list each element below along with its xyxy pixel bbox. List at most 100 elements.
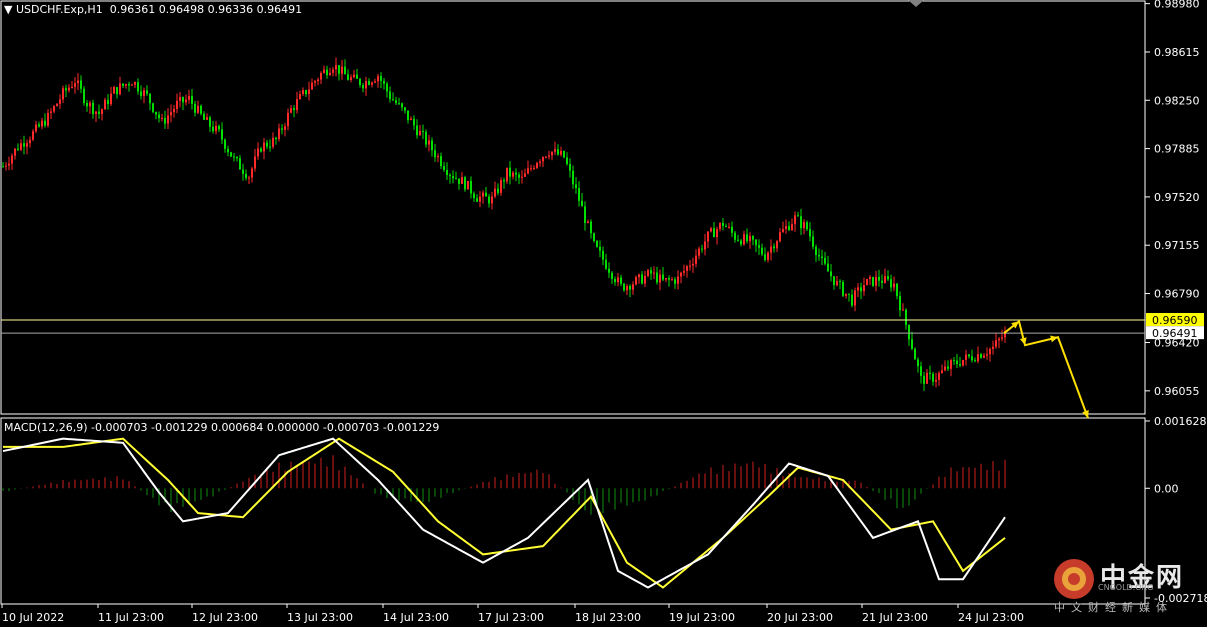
candle-body [839,281,841,283]
candle-body [830,271,832,277]
candle-body [740,240,742,245]
candle-body [779,232,781,242]
candle-body [692,263,694,266]
candle-body [65,88,67,91]
candle-body [896,283,898,296]
candle-body [59,99,61,104]
candle-body [500,180,502,193]
candle-body [125,84,127,86]
candle-body [620,277,622,284]
candle-body [764,254,766,260]
candle-body [833,276,835,286]
candle-body [227,148,229,153]
candle-body [704,241,706,250]
candle-body [719,222,721,230]
candle-body [206,117,208,120]
candle-body [998,338,1000,341]
candle-body [62,88,64,100]
main-pane-frame [0,0,1146,415]
candle-body [668,278,670,280]
candle-body [134,82,136,85]
candle-body [728,226,730,228]
candle-body [722,222,724,226]
candle-body [926,372,928,384]
candle-body [368,81,370,85]
candle-body [599,246,601,251]
price-tick-label: 0.97885 [1154,143,1200,156]
candle-body [800,216,802,229]
candle-body [392,99,394,101]
price-tick-label: 0.98250 [1154,94,1200,107]
candle-body [593,233,595,241]
candle-body [179,97,181,101]
candle-body [965,354,967,360]
candle-body [767,252,769,260]
candle-body [803,222,805,229]
price-marker-bid: 0.96491 [1152,327,1198,340]
candle-body [584,206,586,223]
candle-body [383,80,385,84]
candle-body [2,166,4,168]
time-tick-label: 19 Jul 23:00 [669,611,735,624]
candle-body [197,105,199,113]
candle-body [575,184,577,189]
candle-body [374,81,376,83]
candle-body [308,89,310,95]
candle-body [14,148,16,156]
candle-body [149,93,151,104]
candle-body [410,118,412,121]
pane-split-marker [908,0,924,7]
time-tick-label: 24 Jul 23:00 [958,611,1024,624]
candle-body [836,281,838,286]
candle-body [416,125,418,136]
candle-body [689,265,691,267]
candle-body [497,188,499,193]
candle-body [89,102,91,107]
candle-body [131,84,133,86]
candle-body [269,146,271,148]
candle-body [215,125,217,132]
candle-body [677,276,679,284]
candle-body [776,241,778,249]
candle-body [974,360,976,362]
candle-body [872,276,874,286]
candle-body [317,79,319,82]
candle-body [773,246,775,249]
candle-body [173,108,175,113]
candle-body [287,112,289,127]
candle-body [635,277,637,285]
candle-body [323,69,325,73]
candle-body [941,370,943,374]
candle-body [860,287,862,292]
candle-body [713,228,715,238]
candle-body [482,192,484,197]
candle-body [566,157,568,165]
candle-body [386,83,388,92]
price-chart[interactable]: 0.98980 0.98615 0.98250 0.97885 0.97520 0.971… [0,0,1207,627]
candle-body [380,76,382,81]
logo-subtitle: CNGOLD.ORG [1098,583,1154,592]
candle-body [371,82,373,85]
candle-body [44,120,46,126]
candle-body [191,95,193,104]
candle-body [905,309,907,325]
candle-body [683,270,685,273]
candle-body [596,240,598,247]
candle-body [104,99,106,110]
candle-body [467,181,469,190]
candle-body [251,168,253,178]
candle-body [38,124,40,127]
candle-body [476,198,478,202]
candle-body [275,137,277,139]
candle-body [434,150,436,158]
candle-body [557,149,559,155]
price-tick-label: 0.98980 [1154,0,1200,11]
candle-body [581,200,583,207]
candle-body [230,152,232,157]
candle-body [806,222,808,230]
candle-body [731,226,733,233]
candle-body [638,274,640,278]
candle-body [749,236,751,242]
price-tick-label: 0.96055 [1154,385,1200,398]
candle-body [881,280,883,283]
